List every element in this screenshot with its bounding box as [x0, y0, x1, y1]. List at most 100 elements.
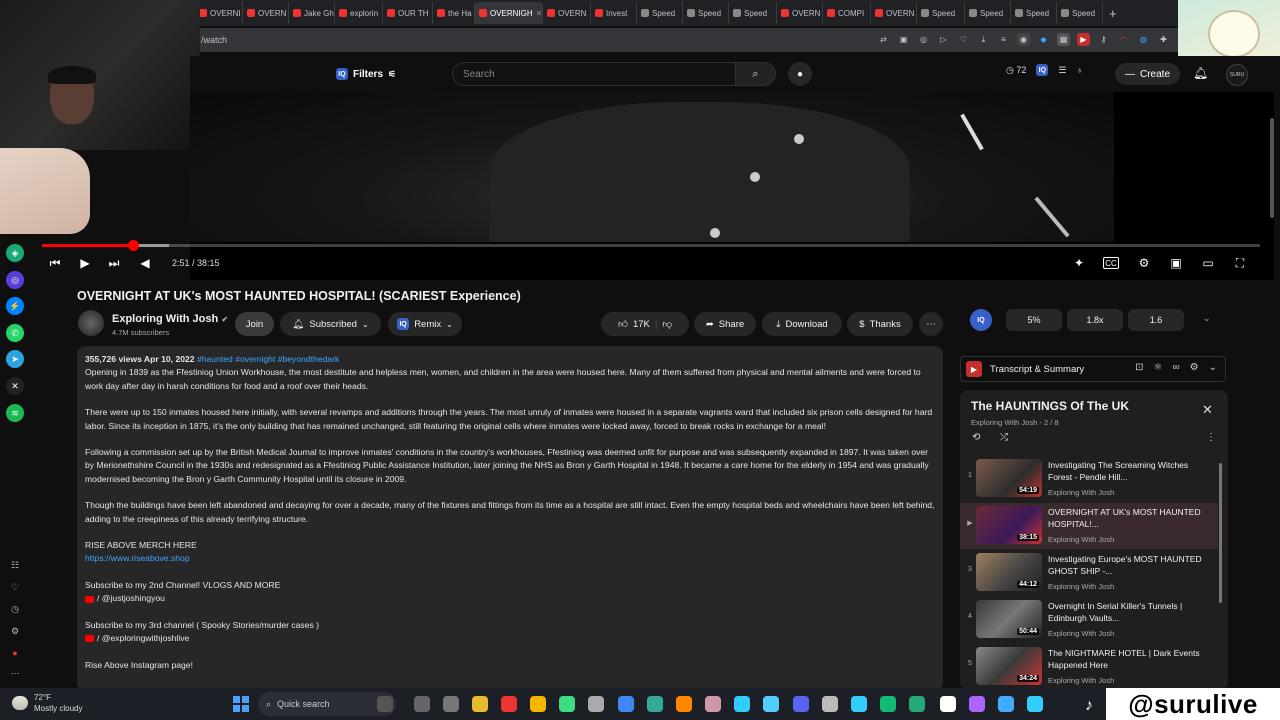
bolt-icon[interactable]: [530, 696, 546, 712]
iq-icon[interactable]: IQ: [1036, 64, 1049, 76]
browser-tab[interactable]: Speed: [917, 2, 965, 24]
browser-tab[interactable]: Speed: [729, 2, 777, 24]
browser-tab[interactable]: explorin: [335, 2, 383, 24]
x-icon[interactable]: [940, 696, 956, 712]
theater-mode-icon[interactable]: ▭: [1199, 254, 1217, 272]
ai-sparkle-icon[interactable]: ✦: [1070, 254, 1088, 272]
puzzle-icon[interactable]: ✚: [1157, 33, 1170, 46]
windows-start-icon[interactable]: [233, 696, 249, 712]
notifications-bell-icon[interactable]: 🔔︎: [1193, 66, 1208, 80]
vlc-icon[interactable]: [676, 696, 692, 712]
search-input[interactable]: Search: [452, 62, 736, 86]
join-button[interactable]: Join: [235, 312, 274, 336]
subscribed-button[interactable]: 🔔︎ Subscribed ⌄: [280, 312, 381, 336]
browser-tab[interactable]: OVERN: [871, 2, 917, 24]
playlist-item-thumbnail[interactable]: 54:19: [976, 459, 1042, 497]
chrome-icon[interactable]: [618, 696, 634, 712]
taskbar-search[interactable]: ⌕ Quick search: [258, 692, 396, 716]
lines-icon[interactable]: [851, 696, 867, 712]
tablet-icon[interactable]: [443, 696, 459, 712]
thumbs-down-icon[interactable]: 👎︎: [662, 318, 672, 330]
hashtags[interactable]: #haunted #overnight #beyondthedark: [197, 354, 339, 364]
search-button[interactable]: ⌕: [736, 62, 776, 86]
playlist-item[interactable]: 5 34:24 The NIGHTMARE HOTEL | Dark Events …: [960, 644, 1218, 690]
thanks-button[interactable]: $ Thanks: [847, 312, 913, 336]
browser-tab[interactable]: Speed: [965, 2, 1011, 24]
network-icon[interactable]: [822, 696, 838, 712]
share-button[interactable]: ➦ Share: [694, 312, 756, 336]
captions-icon[interactable]: CC: [1103, 257, 1119, 269]
heart-icon[interactable]: ♡: [6, 578, 24, 596]
account-avatar[interactable]: SURU: [1226, 64, 1248, 86]
weather-temperature[interactable]: 72°F: [34, 693, 51, 702]
channel-avatar[interactable]: [78, 310, 104, 336]
channel-name-text[interactable]: Exploring With Josh: [112, 313, 218, 325]
browser-tab[interactable]: the Ha: [433, 2, 475, 24]
glasses-icon[interactable]: ∞: [1173, 362, 1180, 373]
photos-icon[interactable]: [1027, 696, 1043, 712]
page-scrollbar[interactable]: [1270, 118, 1274, 218]
shuffle-icon[interactable]: ⤮: [1000, 432, 1008, 443]
diamond-icon[interactable]: ◆: [1037, 33, 1050, 46]
playlist-item-title[interactable]: Overnight In Serial Killer's Tunnels | E…: [1048, 601, 1208, 624]
browser-tab[interactable]: Invest: [591, 2, 637, 24]
cast-icon[interactable]: ▷: [937, 33, 950, 46]
playlist-icon[interactable]: ≡: [997, 33, 1010, 46]
app-icon-purple[interactable]: ◎: [6, 271, 24, 289]
browser-tab[interactable]: OVERN: [243, 2, 289, 24]
second-channel-handle[interactable]: / @justjoshingyou: [97, 593, 165, 603]
gamepad-icon[interactable]: ◉: [1017, 33, 1030, 46]
playlist-item[interactable]: 4 50:44 Overnight In Serial Killer's Tunne…: [960, 597, 1218, 643]
channel-name[interactable]: Exploring With Josh ✔: [112, 313, 228, 325]
close-tab-icon[interactable]: ✕: [536, 9, 542, 18]
filters-button[interactable]: IQ Filters ⚟: [328, 63, 404, 85]
playlist-item-title[interactable]: OVERNIGHT AT UK's MOST HAUNTED HOSPITAL!…: [1048, 507, 1208, 530]
globe-icon[interactable]: ◍: [1137, 33, 1150, 46]
settings-gear-icon[interactable]: ⚙: [1135, 254, 1153, 272]
robot-icon[interactable]: ⊡: [1135, 362, 1143, 373]
record-icon[interactable]: ●: [6, 644, 24, 662]
file-explorer-icon[interactable]: [472, 696, 488, 712]
chevron-down-icon[interactable]: ⌄: [1209, 362, 1217, 373]
android-icon[interactable]: [559, 696, 575, 712]
browser-tab[interactable]: Speed: [683, 2, 729, 24]
telegram-icon[interactable]: ➤: [6, 350, 24, 368]
cloud-icon[interactable]: [12, 696, 28, 710]
progress-bar[interactable]: [42, 240, 1260, 251]
description-box[interactable]: 355,726 views Apr 10, 2022 #haunted #ove…: [77, 346, 943, 691]
playlist-title[interactable]: The HAUNTINGS Of The UK: [971, 399, 1129, 413]
rss-icon[interactable]: ◠: [1117, 33, 1130, 46]
download-icon[interactable]: ⤓: [977, 33, 990, 46]
weather-description[interactable]: Mostly cloudy: [34, 704, 82, 713]
whatsapp-icon[interactable]: ✆: [6, 324, 24, 342]
more-icon[interactable]: ⋯: [6, 664, 24, 682]
game-icon[interactable]: [969, 696, 985, 712]
office-icon[interactable]: [880, 696, 896, 712]
history-icon[interactable]: ◷: [6, 600, 24, 618]
shield-icon[interactable]: ◎: [917, 33, 930, 46]
favorite-icon[interactable]: ♡: [957, 33, 970, 46]
speed-option[interactable]: 5%: [1006, 309, 1062, 331]
new-tab-button[interactable]: +: [1109, 6, 1117, 21]
notes-icon[interactable]: [998, 696, 1014, 712]
spotify-icon[interactable]: ≋: [6, 404, 24, 422]
playlist-item-title[interactable]: Investigating Europe's MOST HAUNTED GHOS…: [1048, 554, 1208, 577]
url-text[interactable]: /watch: [201, 35, 227, 45]
address-bar[interactable]: /watch ⇄ ▣ ◎ ▷ ♡ ⤓ ≡ ◉ ◆ ▦ ▶ ⚷ ◠ ◍ ✚: [195, 28, 1180, 52]
settings-gear-icon[interactable]: ⚙: [1190, 362, 1199, 373]
more-vert-icon[interactable]: ⋮: [1206, 432, 1216, 443]
task-view-icon[interactable]: [414, 696, 430, 712]
playlist-item-title[interactable]: Investigating The Screaming Witches Fore…: [1048, 460, 1208, 483]
translate-icon[interactable]: ⇄: [877, 33, 890, 46]
video-ext-icon[interactable]: ▶: [1077, 33, 1090, 46]
playlist-item[interactable]: 1 54:19 Investigating The Screaming Witche…: [960, 456, 1218, 502]
volume-icon[interactable]: ◀: [136, 254, 154, 272]
remix-button[interactable]: IQ Remix ⌄: [388, 312, 462, 336]
list-settings-icon[interactable]: ☰: [1058, 65, 1066, 76]
play-icon[interactable]: ▶: [76, 254, 94, 272]
terminal-icon[interactable]: [734, 696, 750, 712]
like-button[interactable]: 👍︎ 17K | 👎︎: [601, 312, 689, 336]
progress-scrubber-handle[interactable]: [127, 240, 139, 251]
next-icon[interactable]: ⏭︎: [105, 254, 123, 272]
calendar-icon[interactable]: ▦: [1057, 33, 1070, 46]
